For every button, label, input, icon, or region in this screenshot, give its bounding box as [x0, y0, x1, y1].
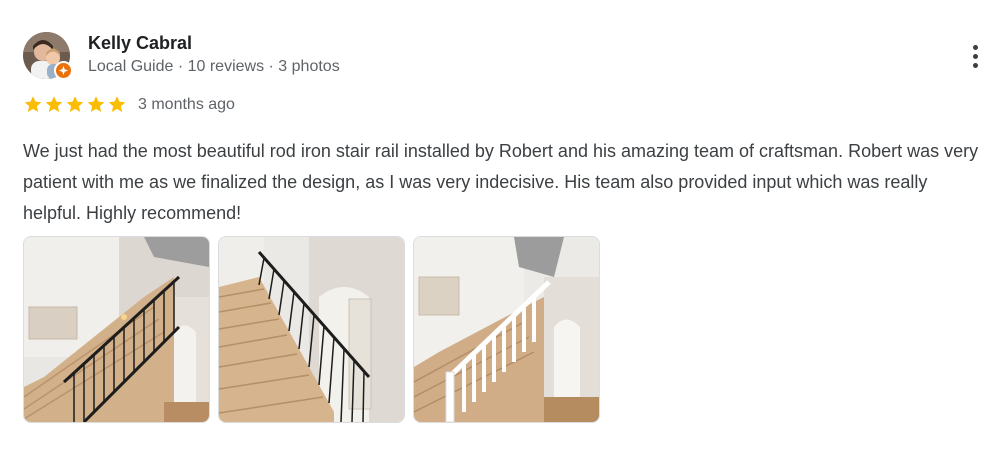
review-photo-3[interactable] [413, 236, 600, 423]
review-photo-1[interactable] [23, 236, 210, 423]
more-vert-icon-dot [972, 62, 978, 68]
reviewer-name[interactable]: Kelly Cabral [88, 33, 192, 54]
star-icon [66, 96, 84, 112]
star-icon [45, 96, 63, 112]
rating-row: 3 months ago [23, 95, 235, 114]
local-guide-badge-icon [54, 61, 73, 80]
star-icon [108, 96, 126, 112]
star-icon [24, 96, 42, 112]
more-vert-icon-dot [972, 53, 978, 59]
reviewer-meta[interactable]: Local Guide · 10 reviews · 3 photos [88, 58, 340, 76]
more-vert-icon [972, 44, 978, 50]
star-rating [23, 95, 127, 114]
review-photo-2[interactable] [218, 236, 405, 423]
more-options-button[interactable] [962, 40, 988, 72]
review-photos [23, 236, 600, 423]
photo-stairs-black-rail-1 [24, 237, 209, 422]
star-icon [87, 96, 105, 112]
reviewer-avatar[interactable] [23, 32, 73, 80]
review-text: We just had the most beautiful rod iron … [23, 141, 979, 223]
review-time: 3 months ago [138, 95, 235, 113]
photo-stairs-white-rail [414, 237, 599, 422]
photo-stairs-black-rail-2 [219, 237, 404, 422]
